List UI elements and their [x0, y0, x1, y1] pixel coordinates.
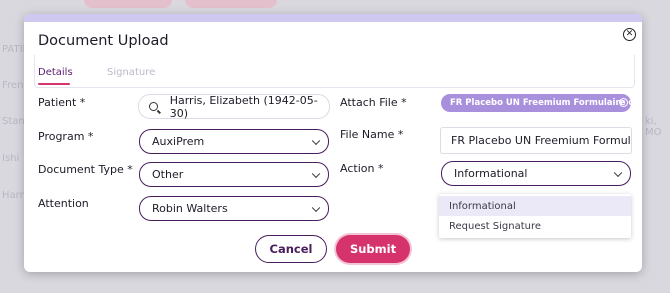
program-value: AuxiPrem [152, 135, 205, 148]
active-tab-indicator [38, 83, 70, 85]
remove-file-icon[interactable]: ✕ [619, 98, 628, 107]
patient-label: Patient * [38, 96, 86, 109]
attention-select[interactable]: Robin Walters [139, 196, 329, 221]
file-name-input[interactable]: FR Placebo UN Freemium Formulaire d'insc… [440, 127, 632, 154]
chevron-down-icon [613, 168, 623, 177]
cancel-button[interactable]: Cancel [255, 235, 327, 263]
background-row-text: ki, MO [645, 116, 662, 138]
attach-file-label: Attach File * [340, 96, 407, 109]
background-tab [84, 0, 172, 8]
action-value: Informational [454, 167, 528, 180]
submit-button[interactable]: Submit [336, 235, 410, 263]
document-type-value: Other [152, 168, 184, 181]
file-name-label: File Name * [340, 128, 404, 141]
patient-search-input[interactable]: Harris, Elizabeth (1942-05-30) [138, 93, 330, 120]
background-row-text: Harri [2, 190, 27, 201]
attached-file-name: FR Placebo UN Freemium Formulaire d'... [450, 98, 631, 108]
program-label: Program * [38, 130, 94, 143]
action-dropdown-menu: Informational Request Signature [439, 194, 631, 238]
action-option-informational[interactable]: Informational [439, 196, 631, 216]
action-label: Action * [340, 162, 384, 175]
chevron-down-icon [311, 136, 321, 145]
file-name-value: FR Placebo UN Freemium Formulaire d'insc… [451, 134, 631, 147]
attention-value: Robin Walters [152, 202, 228, 215]
close-icon[interactable]: ✕ [623, 28, 636, 41]
tab-signature[interactable]: Signature [107, 67, 155, 78]
chevron-down-icon [311, 203, 321, 212]
program-select[interactable]: AuxiPrem [139, 129, 329, 154]
background-tab [185, 0, 277, 8]
attached-file-chip: FR Placebo UN Freemium Formulaire d'... … [441, 94, 631, 112]
search-icon [149, 102, 158, 111]
modal-title: Document Upload [38, 33, 169, 49]
action-select[interactable]: Informational [441, 161, 631, 186]
action-option-request-signature[interactable]: Request Signature [439, 216, 631, 236]
patient-value: Harris, Elizabeth (1942-05-30) [169, 93, 318, 120]
tab-details[interactable]: Details [38, 67, 73, 78]
modal-top-bar [24, 14, 642, 22]
chevron-down-icon [311, 169, 321, 178]
document-type-select[interactable]: Other [139, 162, 329, 187]
attention-label: Attention [38, 197, 89, 210]
document-type-label: Document Type * [38, 163, 133, 176]
background-row-text: Ishi [2, 153, 20, 164]
